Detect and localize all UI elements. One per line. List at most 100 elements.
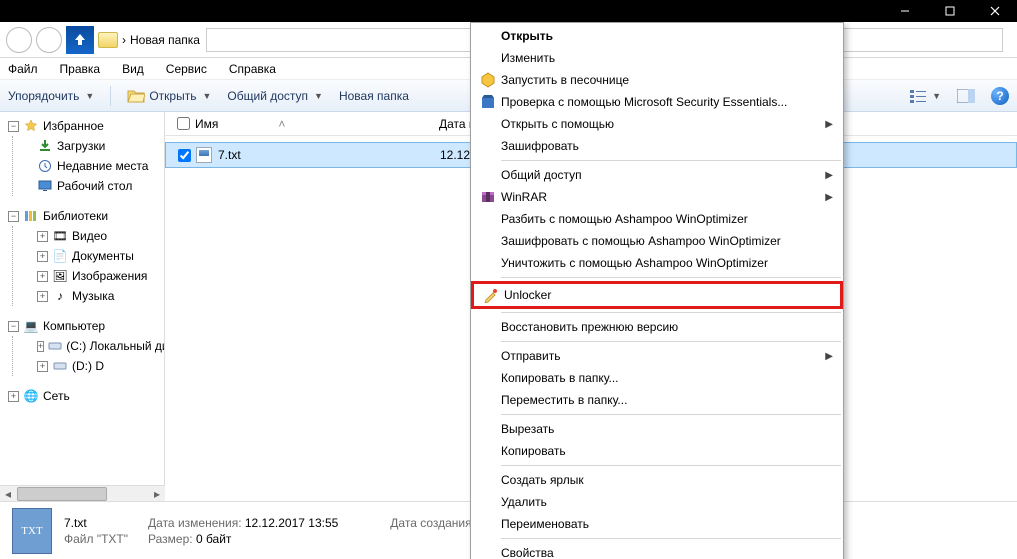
submenu-arrow-icon: ▶ <box>825 351 833 362</box>
tree-computer[interactable]: − 💻 Компьютер <box>2 316 162 336</box>
submenu-arrow-icon: ▶ <box>825 192 833 203</box>
ctx-properties[interactable]: Свойства <box>471 542 843 559</box>
separator <box>501 538 841 539</box>
ctx-ashampoo-split[interactable]: Разбить с помощью Ashampoo WinOptimizer <box>471 208 843 230</box>
separator <box>501 277 841 278</box>
collapse-icon[interactable]: − <box>8 121 19 132</box>
menu-edit[interactable]: Правка <box>60 62 101 76</box>
separator <box>501 341 841 342</box>
organize-button[interactable]: Упорядочить▼ <box>8 89 94 103</box>
ctx-send-to[interactable]: Отправить▶ <box>471 345 843 367</box>
select-all-checkbox[interactable] <box>177 117 190 130</box>
collapse-icon[interactable]: − <box>8 321 19 332</box>
column-name[interactable]: Имя˄ <box>195 117 439 131</box>
sort-indicator-icon: ˄ <box>278 117 285 131</box>
tree-network[interactable]: + 🌐 Сеть <box>2 386 162 406</box>
ctx-sandbox[interactable]: Запустить в песочнице <box>471 69 843 91</box>
tree-libraries[interactable]: − Библиотеки <box>2 206 162 226</box>
ctx-move-to[interactable]: Переместить в папку... <box>471 389 843 411</box>
breadcrumb-separator: › <box>122 33 126 47</box>
scroll-thumb[interactable] <box>17 487 107 501</box>
tree-scrollbar[interactable]: ◂ ▸ <box>0 485 165 501</box>
minimize-button[interactable] <box>882 0 927 22</box>
ctx-ashampoo-encrypt[interactable]: Зашифровать с помощью Ashampoo WinOptimi… <box>471 230 843 252</box>
tree-drive-d[interactable]: +(D:) D <box>13 356 162 376</box>
share-button[interactable]: Общий доступ▼ <box>227 89 323 103</box>
collapse-icon[interactable]: − <box>8 211 19 222</box>
ctx-mse[interactable]: Проверка с помощью Microsoft Security Es… <box>471 91 843 113</box>
titlebar <box>0 0 1017 22</box>
highlighted-item: Unlocker <box>471 281 843 309</box>
ctx-winrar[interactable]: WinRAR▶ <box>471 186 843 208</box>
menu-view[interactable]: Вид <box>122 62 144 76</box>
menu-file[interactable]: Файл <box>8 62 38 76</box>
pictures-icon: 🖼 <box>52 268 68 284</box>
tree-images[interactable]: +🖼Изображения <box>13 266 162 286</box>
tree-drive-c[interactable]: +(C:) Локальный диск <box>13 336 162 356</box>
folder-icon <box>98 32 118 48</box>
ctx-restore[interactable]: Восстановить прежнюю версию <box>471 316 843 338</box>
expand-icon[interactable]: + <box>37 231 48 242</box>
help-button[interactable]: ? <box>991 87 1009 105</box>
file-name: 7.txt <box>218 148 241 162</box>
tree-downloads[interactable]: Загрузки <box>13 136 162 156</box>
ctx-shortcut[interactable]: Создать ярлык <box>471 469 843 491</box>
tree-music[interactable]: +♪Музыка <box>13 286 162 306</box>
computer-icon: 💻 <box>23 318 39 334</box>
expand-icon[interactable]: + <box>37 341 44 352</box>
navigation-tree: − Избранное Загрузки Недавние места Рабо… <box>0 112 165 501</box>
close-button[interactable] <box>972 0 1017 22</box>
ctx-rename[interactable]: Переименовать <box>471 513 843 535</box>
sandboxie-icon <box>475 72 501 88</box>
tree-recent[interactable]: Недавние места <box>13 156 162 176</box>
tree-video[interactable]: +🎞Видео <box>13 226 162 246</box>
ctx-ashampoo-wipe[interactable]: Уничтожить с помощью Ashampoo WinOptimiz… <box>471 252 843 274</box>
scroll-right-icon[interactable]: ▸ <box>149 487 165 501</box>
scroll-left-icon[interactable]: ◂ <box>0 487 16 501</box>
ctx-copy-to[interactable]: Копировать в папку... <box>471 367 843 389</box>
expand-icon[interactable]: + <box>37 271 48 282</box>
tree-documents[interactable]: +📄Документы <box>13 246 162 266</box>
menu-help[interactable]: Справка <box>229 62 276 76</box>
preview-pane-button[interactable] <box>957 89 975 103</box>
nav-back-button[interactable] <box>6 27 32 53</box>
expand-icon[interactable]: + <box>37 361 48 372</box>
separator <box>501 312 841 313</box>
expand-icon[interactable]: + <box>37 251 48 262</box>
breadcrumb-location[interactable]: Новая папка <box>130 33 200 47</box>
ctx-cut[interactable]: Вырезать <box>471 418 843 440</box>
ctx-edit[interactable]: Изменить <box>471 47 843 69</box>
unlocker-icon <box>478 287 504 303</box>
libraries-icon <box>23 208 39 224</box>
file-thumbnail: TXT <box>12 508 52 554</box>
details-filename: 7.txt <box>64 516 87 530</box>
nav-up-button[interactable] <box>66 26 94 54</box>
ctx-encrypt[interactable]: Зашифровать <box>471 135 843 157</box>
nav-forward-button[interactable] <box>36 27 62 53</box>
clock-icon <box>37 158 53 174</box>
ctx-unlocker[interactable]: Unlocker <box>474 284 840 306</box>
new-folder-button[interactable]: Новая папка <box>339 89 409 103</box>
tree-favorites[interactable]: − Избранное <box>2 116 162 136</box>
desktop-icon <box>37 178 53 194</box>
expand-icon[interactable]: + <box>8 391 19 402</box>
ctx-copy[interactable]: Копировать <box>471 440 843 462</box>
details-filetype: Файл "TXT" <box>64 532 128 546</box>
ctx-open[interactable]: Открыть <box>471 25 843 47</box>
maximize-button[interactable] <box>927 0 972 22</box>
music-icon: ♪ <box>52 288 68 304</box>
open-button[interactable]: Открыть▼ <box>127 88 211 104</box>
submenu-arrow-icon: ▶ <box>825 119 833 130</box>
ctx-open-with[interactable]: Открыть с помощью▶ <box>471 113 843 135</box>
view-options-button[interactable]: ▼ <box>910 89 941 103</box>
tree-desktop[interactable]: Рабочий стол <box>13 176 162 196</box>
txt-file-icon <box>196 147 212 163</box>
winrar-icon <box>475 189 501 205</box>
drive-icon <box>48 338 62 354</box>
star-icon <box>23 118 39 134</box>
ctx-share[interactable]: Общий доступ▶ <box>471 164 843 186</box>
menu-tools[interactable]: Сервис <box>166 62 207 76</box>
expand-icon[interactable]: + <box>37 291 48 302</box>
file-checkbox[interactable] <box>178 149 191 162</box>
ctx-delete[interactable]: Удалить <box>471 491 843 513</box>
